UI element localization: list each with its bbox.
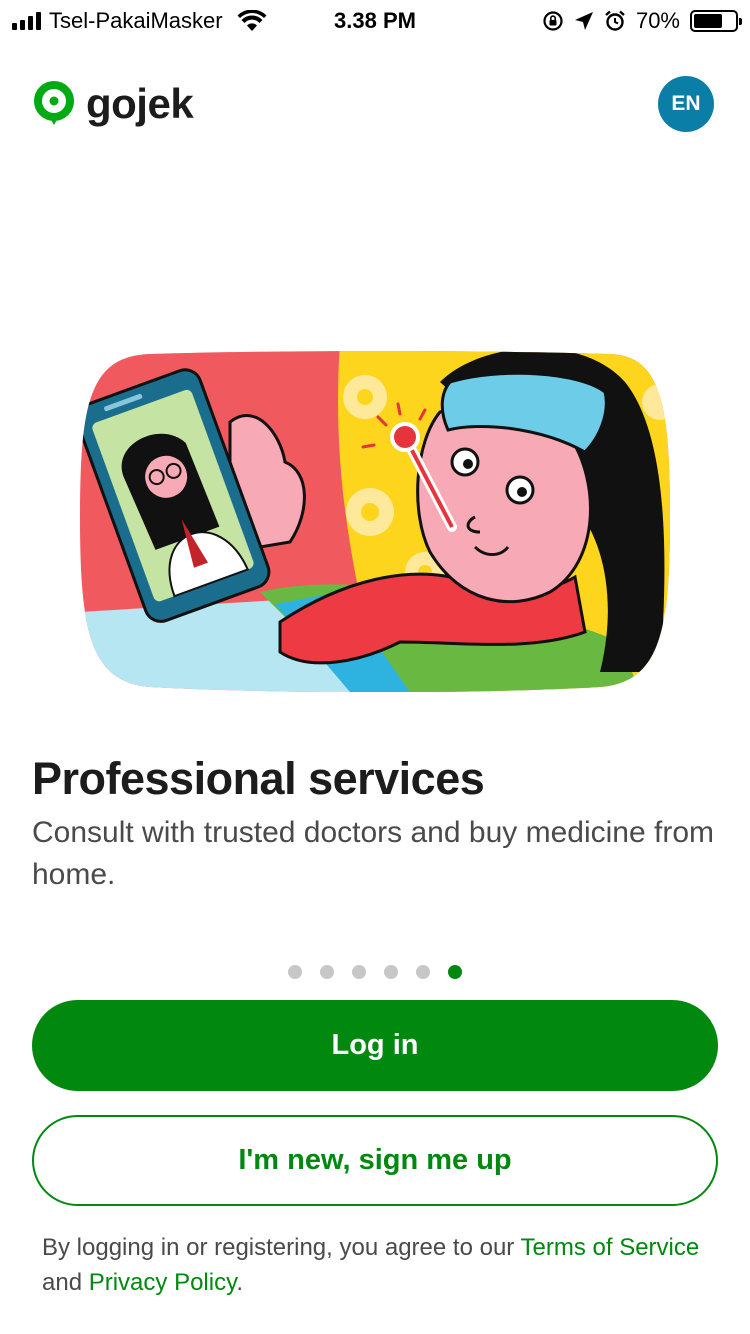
orientation-lock-icon <box>543 11 563 31</box>
pagination-dot[interactable] <box>352 965 366 979</box>
battery-level-fill <box>694 14 722 28</box>
logo-wordmark: gojek <box>86 80 194 127</box>
privacy-policy-link[interactable]: Privacy Policy <box>89 1269 237 1296</box>
pagination-dot[interactable] <box>416 965 430 979</box>
pagination-dot[interactable] <box>384 965 398 979</box>
legal-suffix: . <box>236 1269 243 1296</box>
pagination-dot[interactable] <box>320 965 334 979</box>
gojek-logo-icon <box>34 81 74 125</box>
legal-text: By logging in or registering, you agree … <box>42 1230 702 1300</box>
signal-icon <box>12 12 41 30</box>
pagination-dot[interactable] <box>448 965 462 979</box>
carrier-name: Tsel-PakaiMasker <box>49 8 223 33</box>
pagination-dots[interactable] <box>0 965 750 979</box>
battery-percentage: 70% <box>635 8 680 33</box>
terms-of-service-link[interactable]: Terms of Service <box>521 1234 700 1261</box>
login-button[interactable]: Log in <box>32 1000 718 1091</box>
status-bar: Tsel-PakaiMasker 3.38 PM 70% <box>0 0 750 40</box>
alarm-icon <box>605 10 625 31</box>
battery-icon <box>690 10 742 32</box>
slide-title: Professional services <box>32 753 485 804</box>
legal-middle: and <box>42 1269 89 1296</box>
status-bar-left: Tsel-PakaiMasker <box>12 6 267 36</box>
signup-button[interactable]: I'm new, sign me up <box>32 1115 718 1206</box>
language-button[interactable]: EN <box>658 76 714 132</box>
wifi-icon <box>237 10 267 31</box>
location-icon <box>574 12 593 30</box>
status-bar-right: 70% <box>542 6 742 36</box>
telemedicine-illustration <box>80 351 670 692</box>
legal-prefix: By logging in or registering, you agree … <box>42 1234 521 1261</box>
gojek-logo: gojek <box>32 78 194 130</box>
pagination-dot[interactable] <box>288 965 302 979</box>
slide-description: Consult with trusted doctors and buy med… <box>32 816 714 891</box>
